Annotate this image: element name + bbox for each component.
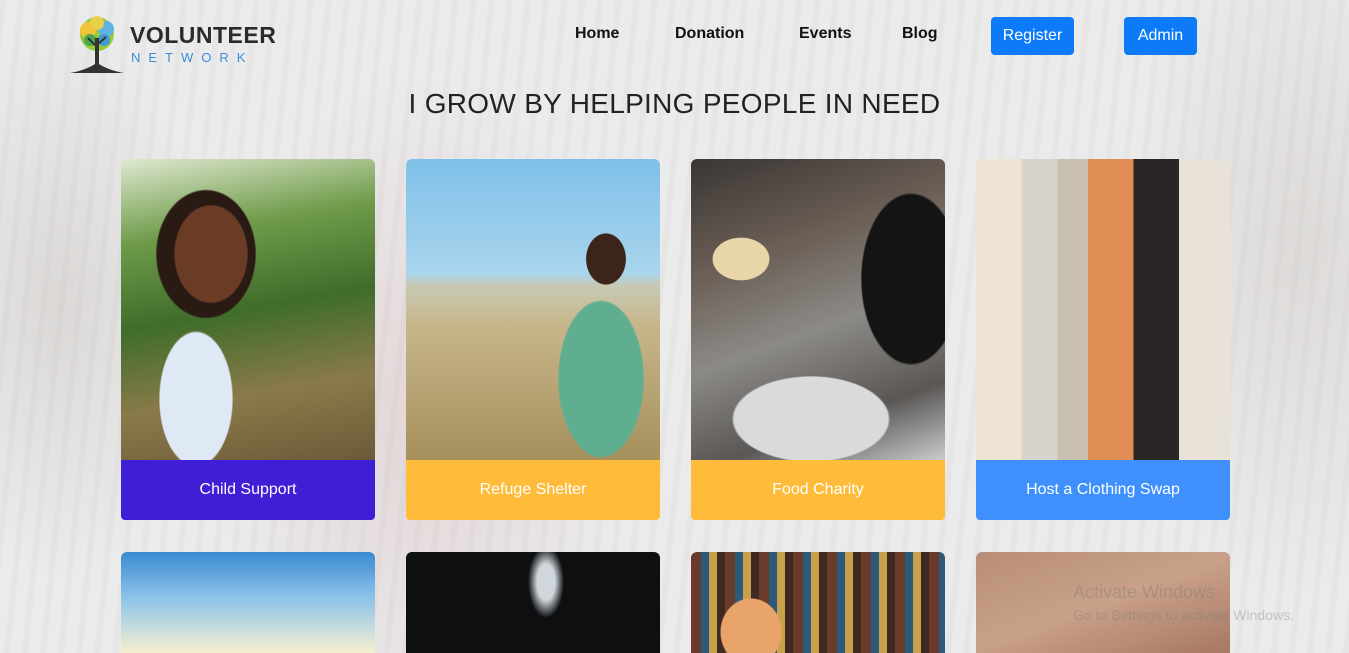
event-card-clothing-swap[interactable]: Host a Clothing Swap (976, 159, 1230, 520)
watermark-subtitle: Go to Settings to activate Windows. (1073, 607, 1294, 623)
child-support-label: Child Support (121, 460, 375, 520)
food-charity-image (691, 159, 945, 460)
event-card-food-charity[interactable]: Food Charity (691, 159, 945, 520)
refuge-shelter-label: Refuge Shelter (406, 460, 660, 520)
nav-blog-link[interactable]: Blog (902, 25, 938, 43)
event-card-child-support[interactable]: Child Support (121, 159, 375, 520)
register-button[interactable]: Register (991, 17, 1074, 55)
activate-windows-watermark: Activate Windows Go to Settings to activ… (1073, 582, 1294, 623)
admin-button[interactable]: Admin (1124, 17, 1197, 55)
logo[interactable]: VOLUNTEER NETWORK (66, 12, 276, 76)
event-card-refuge-shelter[interactable]: Refuge Shelter (406, 159, 660, 520)
tree-logo-icon (70, 16, 124, 73)
child-support-image (121, 159, 375, 460)
refuge-shelter-image (406, 159, 660, 460)
food-charity-label: Food Charity (691, 460, 945, 520)
brand-title: VOLUNTEER (130, 22, 277, 48)
nav-events-link[interactable]: Events (799, 25, 851, 43)
nav-donation-link[interactable]: Donation (675, 25, 744, 43)
clothing-swap-image (976, 159, 1230, 460)
nav-home-link[interactable]: Home (575, 25, 619, 43)
event-card-library[interactable] (691, 552, 945, 653)
event-card-water[interactable] (406, 552, 660, 653)
page-headline: I GROW BY HELPING PEOPLE IN NEED (408, 88, 941, 119)
navbar: VOLUNTEER NETWORK Home Donation Events B… (0, 0, 1349, 80)
brand-subtitle: NETWORK (131, 50, 254, 65)
event-card-sky[interactable] (121, 552, 375, 653)
watermark-title: Activate Windows (1073, 582, 1216, 602)
clothing-swap-label: Host a Clothing Swap (976, 460, 1230, 520)
